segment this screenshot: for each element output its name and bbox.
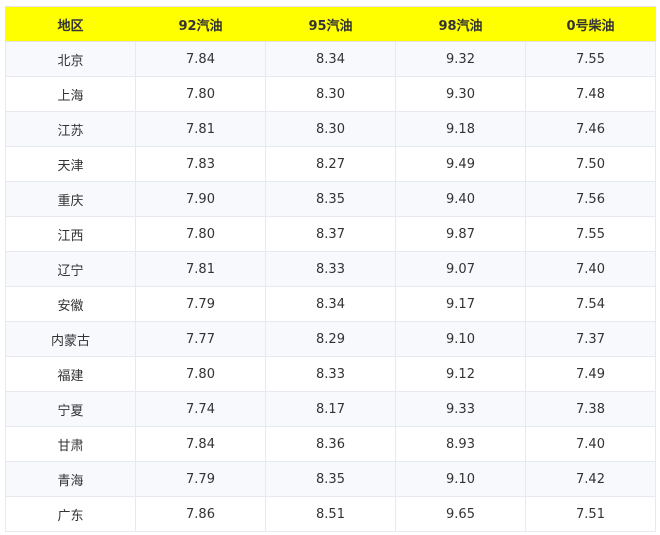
cell-gasoline-92: 7.74 <box>135 391 266 427</box>
cell-gasoline-95: 8.36 <box>265 426 396 462</box>
cell-diesel-0: 7.50 <box>525 146 656 182</box>
table-row: 内蒙古 7.77 8.29 9.10 7.37 <box>5 321 656 357</box>
cell-gasoline-95: 8.30 <box>265 111 396 147</box>
cell-gasoline-92: 7.79 <box>135 461 266 497</box>
table-header: 地区 92汽油 95汽油 98汽油 0号柴油 <box>5 6 656 42</box>
cell-gasoline-95: 8.33 <box>265 356 396 392</box>
cell-diesel-0: 7.40 <box>525 251 656 287</box>
table-row: 上海 7.80 8.30 9.30 7.48 <box>5 76 656 112</box>
cell-gasoline-95: 8.33 <box>265 251 396 287</box>
cell-gasoline-92: 7.86 <box>135 496 266 532</box>
cell-gasoline-98: 9.10 <box>395 321 526 357</box>
table-row: 广东 7.86 8.51 9.65 7.51 <box>5 496 656 532</box>
cell-diesel-0: 7.56 <box>525 181 656 217</box>
cell-diesel-0: 7.38 <box>525 391 656 427</box>
cell-gasoline-92: 7.83 <box>135 146 266 182</box>
cell-gasoline-95: 8.35 <box>265 181 396 217</box>
cell-gasoline-95: 8.51 <box>265 496 396 532</box>
cell-diesel-0: 7.48 <box>525 76 656 112</box>
cell-region: 福建 <box>5 356 136 392</box>
cell-gasoline-98: 9.49 <box>395 146 526 182</box>
cell-gasoline-98: 9.12 <box>395 356 526 392</box>
cell-region: 辽宁 <box>5 251 136 287</box>
cell-gasoline-95: 8.34 <box>265 41 396 77</box>
table-row: 安徽 7.79 8.34 9.17 7.54 <box>5 286 656 322</box>
cell-gasoline-98: 9.65 <box>395 496 526 532</box>
table-row: 重庆 7.90 8.35 9.40 7.56 <box>5 181 656 217</box>
cell-diesel-0: 7.46 <box>525 111 656 147</box>
cell-gasoline-95: 8.27 <box>265 146 396 182</box>
cell-gasoline-92: 7.80 <box>135 216 266 252</box>
cell-gasoline-98: 9.33 <box>395 391 526 427</box>
cell-gasoline-98: 9.87 <box>395 216 526 252</box>
table-body: 北京 7.84 8.34 9.32 7.55 上海 7.80 8.30 9.30 7.48 江苏 7.… <box>5 41 656 532</box>
cell-region: 内蒙古 <box>5 321 136 357</box>
cell-region: 宁夏 <box>5 391 136 427</box>
table-row: 福建 7.80 8.33 9.12 7.49 <box>5 356 656 392</box>
cell-gasoline-92: 7.90 <box>135 181 266 217</box>
table-row: 江苏 7.81 8.30 9.18 7.46 <box>5 111 656 147</box>
cell-gasoline-95: 8.29 <box>265 321 396 357</box>
table-row: 宁夏 7.74 8.17 9.33 7.38 <box>5 391 656 427</box>
header-gasoline-95: 95汽油 <box>265 6 396 42</box>
cell-gasoline-95: 8.17 <box>265 391 396 427</box>
cell-region: 上海 <box>5 76 136 112</box>
cell-gasoline-98: 9.40 <box>395 181 526 217</box>
cell-gasoline-98: 9.17 <box>395 286 526 322</box>
cell-gasoline-98: 8.93 <box>395 426 526 462</box>
cell-gasoline-98: 9.07 <box>395 251 526 287</box>
cell-gasoline-98: 9.32 <box>395 41 526 77</box>
cell-region: 广东 <box>5 496 136 532</box>
table-row: 青海 7.79 8.35 9.10 7.42 <box>5 461 656 497</box>
cell-diesel-0: 7.42 <box>525 461 656 497</box>
cell-diesel-0: 7.37 <box>525 321 656 357</box>
header-gasoline-92: 92汽油 <box>135 6 266 42</box>
table-row: 甘肃 7.84 8.36 8.93 7.40 <box>5 426 656 462</box>
page: 地区 92汽油 95汽油 98汽油 0号柴油 北京 7.84 8.34 9.32 7.5… <box>0 0 660 535</box>
table-row: 天津 7.83 8.27 9.49 7.50 <box>5 146 656 182</box>
cell-region: 江西 <box>5 216 136 252</box>
table-row: 江西 7.80 8.37 9.87 7.55 <box>5 216 656 252</box>
cell-region: 甘肃 <box>5 426 136 462</box>
cell-gasoline-95: 8.34 <box>265 286 396 322</box>
cell-diesel-0: 7.55 <box>525 41 656 77</box>
table-row: 北京 7.84 8.34 9.32 7.55 <box>5 41 656 77</box>
cell-gasoline-92: 7.84 <box>135 426 266 462</box>
cell-gasoline-98: 9.30 <box>395 76 526 112</box>
header-region: 地区 <box>5 6 136 42</box>
cell-gasoline-98: 9.18 <box>395 111 526 147</box>
header-diesel-0: 0号柴油 <box>525 6 656 42</box>
cell-diesel-0: 7.51 <box>525 496 656 532</box>
cell-region: 青海 <box>5 461 136 497</box>
cell-diesel-0: 7.40 <box>525 426 656 462</box>
cell-gasoline-98: 9.10 <box>395 461 526 497</box>
cell-region: 北京 <box>5 41 136 77</box>
cell-gasoline-92: 7.81 <box>135 111 266 147</box>
cell-region: 安徽 <box>5 286 136 322</box>
cell-gasoline-92: 7.80 <box>135 356 266 392</box>
table-row: 辽宁 7.81 8.33 9.07 7.40 <box>5 251 656 287</box>
cell-diesel-0: 7.55 <box>525 216 656 252</box>
fuel-price-table: 地区 92汽油 95汽油 98汽油 0号柴油 北京 7.84 8.34 9.32 7.5… <box>5 6 656 532</box>
cell-region: 天津 <box>5 146 136 182</box>
cell-gasoline-95: 8.37 <box>265 216 396 252</box>
cell-region: 重庆 <box>5 181 136 217</box>
cell-gasoline-92: 7.79 <box>135 286 266 322</box>
cell-diesel-0: 7.49 <box>525 356 656 392</box>
header-row: 地区 92汽油 95汽油 98汽油 0号柴油 <box>5 6 656 42</box>
cell-gasoline-92: 7.81 <box>135 251 266 287</box>
cell-region: 江苏 <box>5 111 136 147</box>
cell-gasoline-92: 7.80 <box>135 76 266 112</box>
cell-diesel-0: 7.54 <box>525 286 656 322</box>
cell-gasoline-95: 8.35 <box>265 461 396 497</box>
header-gasoline-98: 98汽油 <box>395 6 526 42</box>
cell-gasoline-95: 8.30 <box>265 76 396 112</box>
cell-gasoline-92: 7.77 <box>135 321 266 357</box>
cell-gasoline-92: 7.84 <box>135 41 266 77</box>
